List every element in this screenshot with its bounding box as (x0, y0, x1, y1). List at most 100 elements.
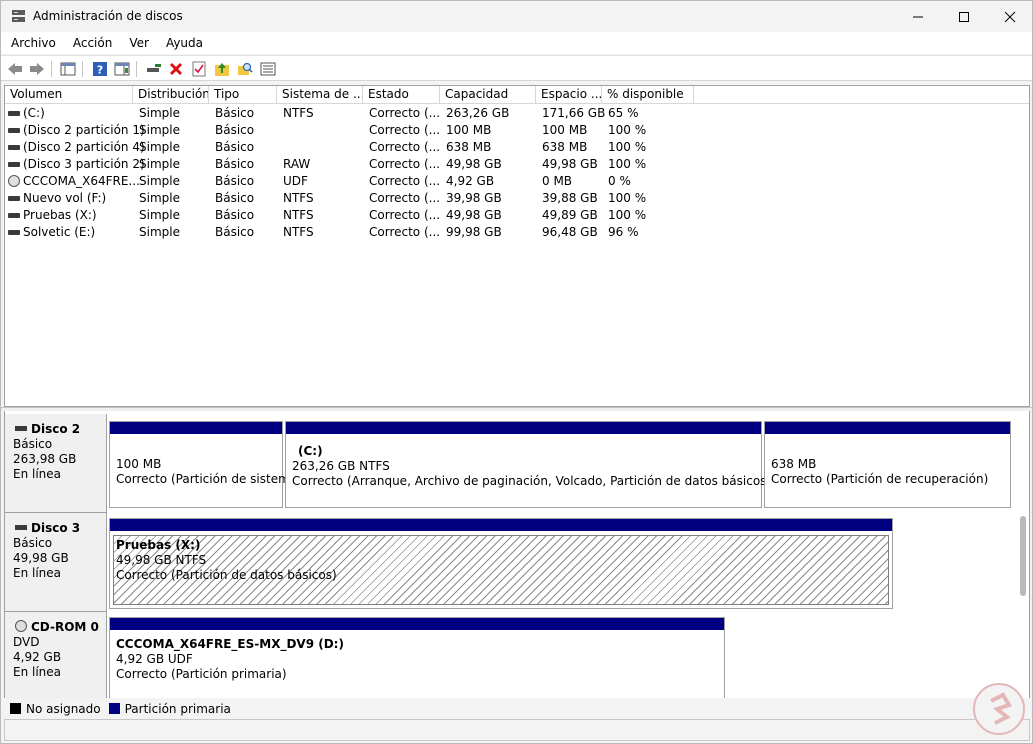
volume-cell-pct: 100 % (608, 191, 647, 205)
partition-cdrom-d[interactable]: CCCOMA_X64FRE_ES-MX_DV9 (D:) 4,92 GB UDF… (109, 617, 725, 698)
disk-size: 263,98 GB (13, 452, 77, 466)
partition-status: Correcto (Partición de sistema (116, 472, 298, 486)
menu-ayuda[interactable]: Ayuda (156, 36, 210, 50)
column-header-espacio[interactable]: Espacio ... (536, 86, 602, 104)
volume-row[interactable]: Pruebas (X:) Simple Básico NTFS Correcto (..… (5, 207, 1025, 224)
volume-cell-name: (Disco 2 partición 4) (23, 140, 145, 154)
maximize-button[interactable] (941, 1, 987, 32)
column-header-sistema[interactable]: Sistema de ... (277, 86, 363, 104)
volume-row[interactable]: CCCOMA_X64FRE... Simple Básico UDF Correcto … (5, 173, 1025, 190)
column-header-volumen[interactable]: Volumen (5, 86, 133, 104)
legend: No asignado Partición primaria (4, 698, 1030, 719)
checklist-icon (192, 61, 206, 77)
toolbar-separator (136, 61, 137, 77)
legend-label-unallocated: No asignado (26, 701, 101, 716)
volume-cell-pct: 65 % (608, 106, 639, 120)
disk-management-app-icon (12, 10, 25, 22)
volume-cell-type: Básico (215, 208, 255, 222)
partition-color-bar (110, 519, 892, 531)
partition-disco2-c[interactable]: (C:) 263,26 GB NTFS Correcto (Arranque, … (285, 421, 771, 508)
back-button[interactable] (6, 60, 24, 78)
volume-cell-name: Nuevo vol (F:) (23, 191, 107, 205)
help-icon: ? (93, 62, 107, 77)
partition-size: 263,26 GB NTFS (292, 459, 390, 473)
volume-cell-layout: Simple (139, 208, 180, 222)
show-hide-action-pane-button[interactable] (113, 60, 131, 78)
disk-icon (15, 525, 27, 530)
disk-icon (8, 145, 20, 150)
partition-size: 49,98 GB NTFS (116, 553, 207, 567)
partition-status: Correcto (Partición de recuperación) (771, 472, 989, 486)
volume-cell-type: Básico (215, 157, 255, 171)
partition-title: Pruebas (X:) (116, 538, 201, 552)
disk-label-cdrom-0[interactable]: CD-ROM 0 DVD 4,92 GB En línea (5, 612, 107, 698)
partition-status: Correcto (Arranque, Archivo de paginació… (292, 474, 772, 488)
svg-text:?: ? (97, 64, 103, 77)
volume-cell-status: Correcto (... (369, 208, 441, 222)
disk-label-disco-2[interactable]: Disco 2 Básico 263,98 GB En línea (5, 414, 107, 513)
volume-row[interactable]: (Disco 2 partición 1) Simple Básico Correct… (5, 122, 1025, 139)
volume-cell-layout: Simple (139, 106, 180, 120)
column-header-tipo[interactable]: Tipo (209, 86, 277, 104)
disk-icon (8, 213, 20, 218)
volume-row[interactable]: Nuevo vol (F:) Simple Básico NTFS Correcto (… (5, 190, 1025, 207)
volume-cell-type: Básico (215, 191, 255, 205)
toolbar-separator (51, 61, 52, 77)
vertical-scrollbar[interactable] (1020, 516, 1026, 596)
volume-cell-status: Correcto (... (369, 140, 441, 154)
partition-size: 100 MB (116, 457, 162, 471)
volume-cell-pct: 100 % (608, 140, 647, 154)
cd-icon (15, 620, 27, 632)
partition-status: Correcto (Partición primaria) (116, 667, 287, 681)
column-header-disponible[interactable]: % disponible (602, 86, 694, 104)
close-button[interactable] (987, 1, 1033, 32)
column-header-estado[interactable]: Estado (363, 86, 440, 104)
delete-x-icon (169, 62, 183, 76)
disk-icon (15, 426, 27, 431)
menu-archivo[interactable]: Archivo (1, 36, 63, 50)
details-list-icon (260, 62, 276, 76)
menu-accion[interactable]: Acción (63, 36, 119, 50)
disk-label-disco-3[interactable]: Disco 3 Básico 49,98 GB En línea (5, 513, 107, 612)
volume-cell-capacity: 100 MB (446, 123, 492, 137)
delete-button[interactable] (167, 60, 185, 78)
export-list-button[interactable] (213, 60, 231, 78)
volume-cell-type: Básico (215, 123, 255, 137)
connect-drive-button[interactable] (145, 60, 163, 78)
volume-cell-pct: 100 % (608, 157, 647, 171)
partition-color-bar (110, 618, 724, 630)
disk-graphical-view: Disco 2 Básico 263,98 GB En línea 100 MB… (4, 411, 1030, 698)
volume-cell-status: Correcto (... (369, 174, 441, 188)
volume-cell-layout: Simple (139, 174, 180, 188)
volume-row[interactable]: Solvetic (E:) Simple Básico NTFS Correcto (.… (5, 224, 1025, 241)
volume-cell-fs: UDF (283, 174, 308, 188)
volume-row[interactable]: (C:) Simple Básico NTFS Correcto (... 263,26 … (5, 105, 1025, 122)
volume-cell-free: 171,66 GB (542, 106, 606, 120)
partition-disco2-p4[interactable]: 638 MB Correcto (Partición de recuperaci… (764, 421, 1011, 508)
disk-icon (8, 196, 20, 201)
disk-state: En línea (13, 665, 62, 679)
volume-cell-fs: NTFS (283, 191, 314, 205)
volume-cell-capacity: 638 MB (446, 140, 492, 154)
console-tree-button[interactable] (59, 60, 77, 78)
volume-cell-type: Básico (215, 225, 255, 239)
column-header-distribucion[interactable]: Distribución (133, 86, 209, 104)
partition-disco3-x[interactable]: Pruebas (X:) 49,98 GB NTFS Correcto (Par… (109, 518, 893, 609)
find-button[interactable] (236, 60, 254, 78)
volume-row[interactable]: (Disco 3 partición 2) Simple Básico RAW Corr… (5, 156, 1025, 173)
properties-button[interactable] (190, 60, 208, 78)
volume-cell-name: (Disco 3 partición 2) (23, 157, 145, 171)
volume-row[interactable]: (Disco 2 partición 4) Simple Básico Correct… (5, 139, 1025, 156)
column-header-capacidad[interactable]: Capacidad (440, 86, 536, 104)
disk-name: CD-ROM 0 (31, 620, 99, 634)
action-pane-icon (114, 62, 130, 76)
minimize-button[interactable] (895, 1, 941, 32)
forward-button[interactable] (28, 60, 46, 78)
menu-ver[interactable]: Ver (119, 36, 156, 50)
volume-cell-free: 49,98 GB (542, 157, 598, 171)
help-button[interactable]: ? (91, 60, 109, 78)
partition-disco2-p1[interactable]: 100 MB Correcto (Partición de sistema (109, 421, 297, 508)
details-view-button[interactable] (259, 60, 277, 78)
minimize-icon (913, 16, 923, 17)
disk-management-window: Administración de discos Archivo Acción … (0, 0, 1033, 744)
